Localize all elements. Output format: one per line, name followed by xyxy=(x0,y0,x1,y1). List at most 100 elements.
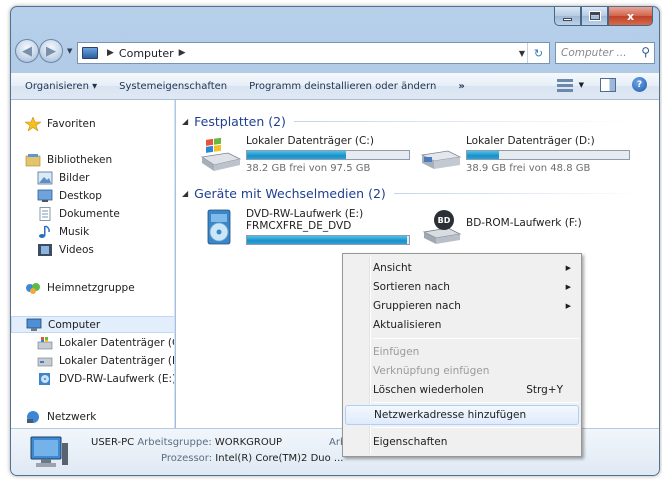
pictures-icon xyxy=(37,171,53,185)
nav-libraries[interactable]: Bibliotheken xyxy=(25,153,112,167)
group-divider xyxy=(393,193,644,194)
group-divider xyxy=(293,121,634,122)
nav-drive-c[interactable]: Lokaler Datenträger (C:) xyxy=(37,336,174,350)
music-note-icon xyxy=(39,225,50,238)
homegroup-icon xyxy=(26,283,40,294)
menu-item-add-network-location[interactable]: Netzwerkadresse hinzufügen xyxy=(345,405,579,425)
collapse-triangle-icon[interactable]: ◢ xyxy=(182,117,188,126)
menu-item-group-by[interactable]: Gruppieren nach ▶ xyxy=(345,296,579,316)
group-title: Festplatten (2) xyxy=(194,114,286,129)
menu-item-label: Aktualisieren xyxy=(373,319,442,331)
address-bar[interactable]: ▶ Computer ▶ ▼ ↻ xyxy=(77,42,550,64)
group-header-removable[interactable]: ◢ Geräte mit Wechselmedien (2) xyxy=(182,186,644,201)
hard-drive-icon xyxy=(37,357,53,367)
drive-name: Lokaler Datenträger (D:) xyxy=(466,135,595,147)
volume-label: FRMCXFRE_DE_DVD xyxy=(246,220,352,232)
drive-name: Lokaler Datenträger (C:) xyxy=(246,135,374,147)
menu-item-label: Löschen wiederholen xyxy=(373,384,484,396)
navigation-pane: Favoriten Bibliotheken Bilder Destkop Do… xyxy=(11,100,175,430)
window-controls: x xyxy=(554,7,653,27)
computer-icon xyxy=(26,318,42,331)
nav-drive-e[interactable]: DVD-RW-Laufwerk (E:) F xyxy=(37,372,175,386)
menu-separator xyxy=(373,427,579,428)
breadcrumb-computer[interactable]: Computer xyxy=(119,47,174,60)
nav-computer[interactable]: Computer xyxy=(11,316,174,333)
search-input[interactable]: Computer ... ⚲ xyxy=(555,42,655,64)
capacity-fill xyxy=(247,151,346,159)
breadcrumb-chevron-icon[interactable]: ▶ xyxy=(107,48,114,58)
refresh-button[interactable]: ↻ xyxy=(527,43,549,63)
address-history-dropdown[interactable]: ▼ xyxy=(519,49,525,58)
nav-desktop[interactable]: Destkop xyxy=(37,189,102,203)
navigation-bar: ◀ ▶ ▼ ▶ Computer ▶ ▼ ↻ Computer ... ⚲ xyxy=(11,37,659,67)
menu-item-label: Eigenschaften xyxy=(373,436,448,448)
submenu-arrow-icon: ▶ xyxy=(565,264,571,272)
nav-pictures[interactable]: Bilder xyxy=(37,171,89,185)
menu-item-refresh[interactable]: Aktualisieren xyxy=(345,315,579,335)
menu-item-redo-delete[interactable]: Löschen wiederholen Strg+Y xyxy=(345,380,579,400)
keyboard-shortcut: Strg+Y xyxy=(526,384,563,396)
nav-documents[interactable]: Dokumente xyxy=(37,207,120,221)
drive-tile-d[interactable]: Lokaler Datenträger (D:) 38.9 GB frei vo… xyxy=(418,135,630,174)
free-space: 38.2 GB frei von 97.5 GB xyxy=(246,163,371,174)
processor-value: Intel(R) Core(TM)2 Duo ... xyxy=(215,453,344,464)
hard-drive-icon xyxy=(420,150,462,169)
maximize-button[interactable] xyxy=(581,7,608,26)
menu-item-paste[interactable]: Einfügen xyxy=(345,342,579,362)
nav-item-label: Computer xyxy=(48,318,101,331)
capacity-bar xyxy=(246,235,410,245)
collapse-triangle-icon[interactable]: ◢ xyxy=(182,189,188,198)
dvd-drive-icon xyxy=(207,209,231,245)
free-space: 38.9 GB frei von 48.8 GB xyxy=(466,163,591,174)
nav-item-label: Destkop xyxy=(59,190,102,202)
svg-text:BD: BD xyxy=(438,216,451,225)
nav-network[interactable]: Netzwerk xyxy=(25,410,96,424)
command-bar: Organisieren ▾ Systemeigenschaften Progr… xyxy=(11,72,659,100)
group-header-hard-drives[interactable]: ◢ Festplatten (2) xyxy=(182,114,634,129)
nav-item-label: DVD-RW-Laufwerk (E:) F xyxy=(59,373,175,385)
close-button[interactable]: x xyxy=(608,7,653,26)
more-commands-button[interactable]: » xyxy=(458,81,464,92)
nav-videos[interactable]: Videos xyxy=(37,243,94,257)
menu-separator xyxy=(373,338,579,339)
drive-tile-e[interactable]: DVD-RW-Laufwerk (E:) FRMCXFRE_DE_DVD xyxy=(198,208,410,246)
computer-icon xyxy=(82,47,98,59)
back-button[interactable]: ◀ xyxy=(15,39,39,63)
nav-homegroup[interactable]: Heimnetzgruppe xyxy=(25,281,135,295)
drive-tile-c[interactable]: Lokaler Datenträger (C:) 38.2 GB frei vo… xyxy=(198,135,410,174)
submenu-arrow-icon: ▶ xyxy=(565,302,571,310)
search-icon: ⚲ xyxy=(641,45,650,59)
nav-music[interactable]: Musik xyxy=(37,225,89,239)
menu-item-sort-by[interactable]: Sortieren nach ▶ xyxy=(345,277,579,297)
breadcrumb-chevron-icon[interactable]: ▶ xyxy=(179,48,186,58)
help-icon[interactable]: ? xyxy=(632,77,647,92)
star-icon xyxy=(25,117,41,131)
menu-item-label: Sortieren nach xyxy=(373,281,450,293)
views-icon xyxy=(556,78,573,92)
back-arrow-icon: ◀ xyxy=(22,43,32,59)
views-dropdown-icon: ▼ xyxy=(578,80,584,89)
forward-button[interactable]: ▶ xyxy=(39,39,63,63)
system-properties-button[interactable]: Systemeigenschaften xyxy=(119,81,227,92)
menu-item-label: Netzwerkadresse hinzufügen xyxy=(374,409,527,421)
nav-drive-d[interactable]: Lokaler Datenträger (D:) xyxy=(37,354,175,368)
processor-label: Prozessor: xyxy=(161,453,213,464)
search-placeholder: Computer ... xyxy=(561,47,627,59)
nav-item-label: Dokumente xyxy=(59,208,120,220)
capacity-bar xyxy=(246,150,410,160)
nav-item-label: Lokaler Datenträger (D:) xyxy=(59,355,175,367)
uninstall-program-button[interactable]: Programm deinstallieren oder ändern xyxy=(249,81,436,92)
organize-button[interactable]: Organisieren ▾ xyxy=(25,81,97,92)
menu-item-view[interactable]: Ansicht ▶ xyxy=(345,258,579,278)
menu-separator xyxy=(373,402,579,403)
menu-item-paste-shortcut[interactable]: Verknüpfung einfügen xyxy=(345,361,579,381)
computer-name: USER-PC xyxy=(91,437,135,448)
preview-pane-icon[interactable] xyxy=(600,77,616,92)
recent-pages-dropdown[interactable]: ▼ xyxy=(67,47,72,55)
change-view-button[interactable]: ▼ xyxy=(556,78,584,92)
drive-tile-f[interactable]: BD BD-ROM-Laufwerk (F:) xyxy=(418,208,582,246)
nav-favorites[interactable]: Favoriten xyxy=(25,117,96,131)
context-menu: Ansicht ▶ Sortieren nach ▶ Gruppieren na… xyxy=(342,253,582,457)
menu-item-properties[interactable]: Eigenschaften xyxy=(345,432,579,452)
minimize-button[interactable] xyxy=(554,7,581,26)
